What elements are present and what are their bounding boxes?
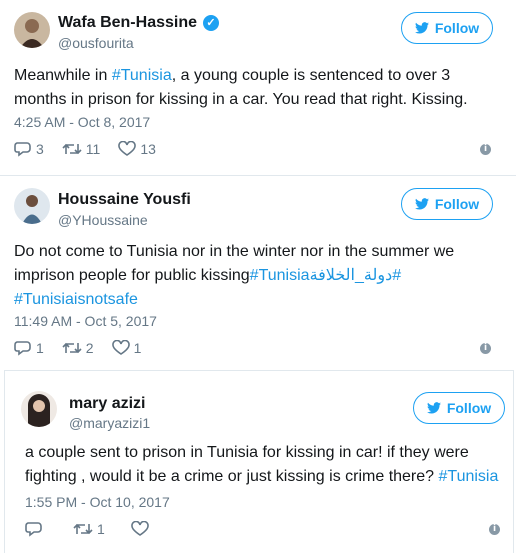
tweet-card: Wafa Ben-Hassine ✓ @ousfourita Follow Mea… (0, 0, 516, 175)
tweet-card: mary azizi @maryazizi1 Follow a couple s… (4, 370, 514, 553)
like-button[interactable] (130, 521, 153, 537)
retweet-button[interactable]: 11 (62, 141, 100, 157)
follow-button[interactable]: Follow (413, 392, 505, 424)
author-name[interactable]: mary azizi (69, 395, 145, 413)
hashtag-link[interactable]: #Tunisia (112, 67, 172, 84)
like-icon (118, 141, 137, 156)
info-icon[interactable]: i (489, 524, 500, 535)
reply-icon (14, 341, 31, 356)
hashtag-link[interactable]: #دولة_الخلافة (310, 267, 402, 284)
reply-button[interactable]: 1 (14, 340, 44, 356)
reply-icon (25, 522, 42, 537)
verified-badge-icon: ✓ (203, 15, 219, 31)
timestamp[interactable]: 1:55 PM - Oct 10, 2017 (25, 494, 170, 510)
like-icon (111, 340, 130, 355)
reply-button[interactable]: 3 (14, 141, 44, 157)
tweet-card: Houssaine Yousfi @YHoussaine Follow Do n… (0, 176, 516, 366)
retweet-button[interactable]: 1 (73, 521, 105, 537)
twitter-bird-icon (426, 402, 441, 414)
tweet-actions: 1 (25, 521, 171, 537)
tweet-text: Do not come to Tunisia nor in the winter… (14, 243, 455, 308)
hashtag-link[interactable]: #Tunisiaisnotsafe (14, 291, 138, 308)
author-name[interactable]: Wafa Ben-Hassine ✓ (58, 14, 219, 32)
follow-button[interactable]: Follow (401, 188, 493, 220)
info-icon[interactable]: i (480, 144, 491, 155)
twitter-bird-icon (414, 22, 429, 34)
author-handle[interactable]: @YHoussaine (58, 212, 148, 228)
reply-icon (14, 142, 31, 157)
like-button[interactable]: 13 (118, 141, 156, 157)
reply-button[interactable] (25, 521, 47, 537)
avatar[interactable] (14, 12, 50, 48)
like-icon (130, 521, 149, 536)
retweet-icon (73, 523, 93, 535)
timestamp[interactable]: 11:49 AM - Oct 5, 2017 (14, 313, 157, 329)
author-name[interactable]: Houssaine Yousfi (58, 191, 191, 209)
follow-button[interactable]: Follow (401, 12, 493, 44)
timestamp[interactable]: 4:25 AM - Oct 8, 2017 (14, 114, 150, 130)
avatar[interactable] (14, 188, 50, 224)
tweet-actions: 1 2 1 (14, 340, 159, 356)
retweet-icon (62, 143, 82, 155)
retweet-button[interactable]: 2 (62, 340, 94, 356)
retweet-icon (62, 342, 82, 354)
tweet-text: a couple sent to prison in Tunisia for k… (25, 444, 499, 485)
twitter-bird-icon (414, 198, 429, 210)
like-button[interactable]: 1 (111, 340, 141, 356)
tweet-text: Meanwhile in #Tunisia, a young couple is… (14, 67, 468, 108)
avatar[interactable] (21, 391, 57, 427)
tweet-actions: 3 11 13 (14, 141, 174, 157)
hashtag-link[interactable]: #Tunisia (439, 468, 499, 485)
info-icon[interactable]: i (480, 343, 491, 354)
author-handle[interactable]: @maryazizi1 (69, 415, 150, 431)
hashtag-link[interactable]: #Tunisia (250, 267, 310, 284)
author-handle[interactable]: @ousfourita (58, 35, 134, 51)
